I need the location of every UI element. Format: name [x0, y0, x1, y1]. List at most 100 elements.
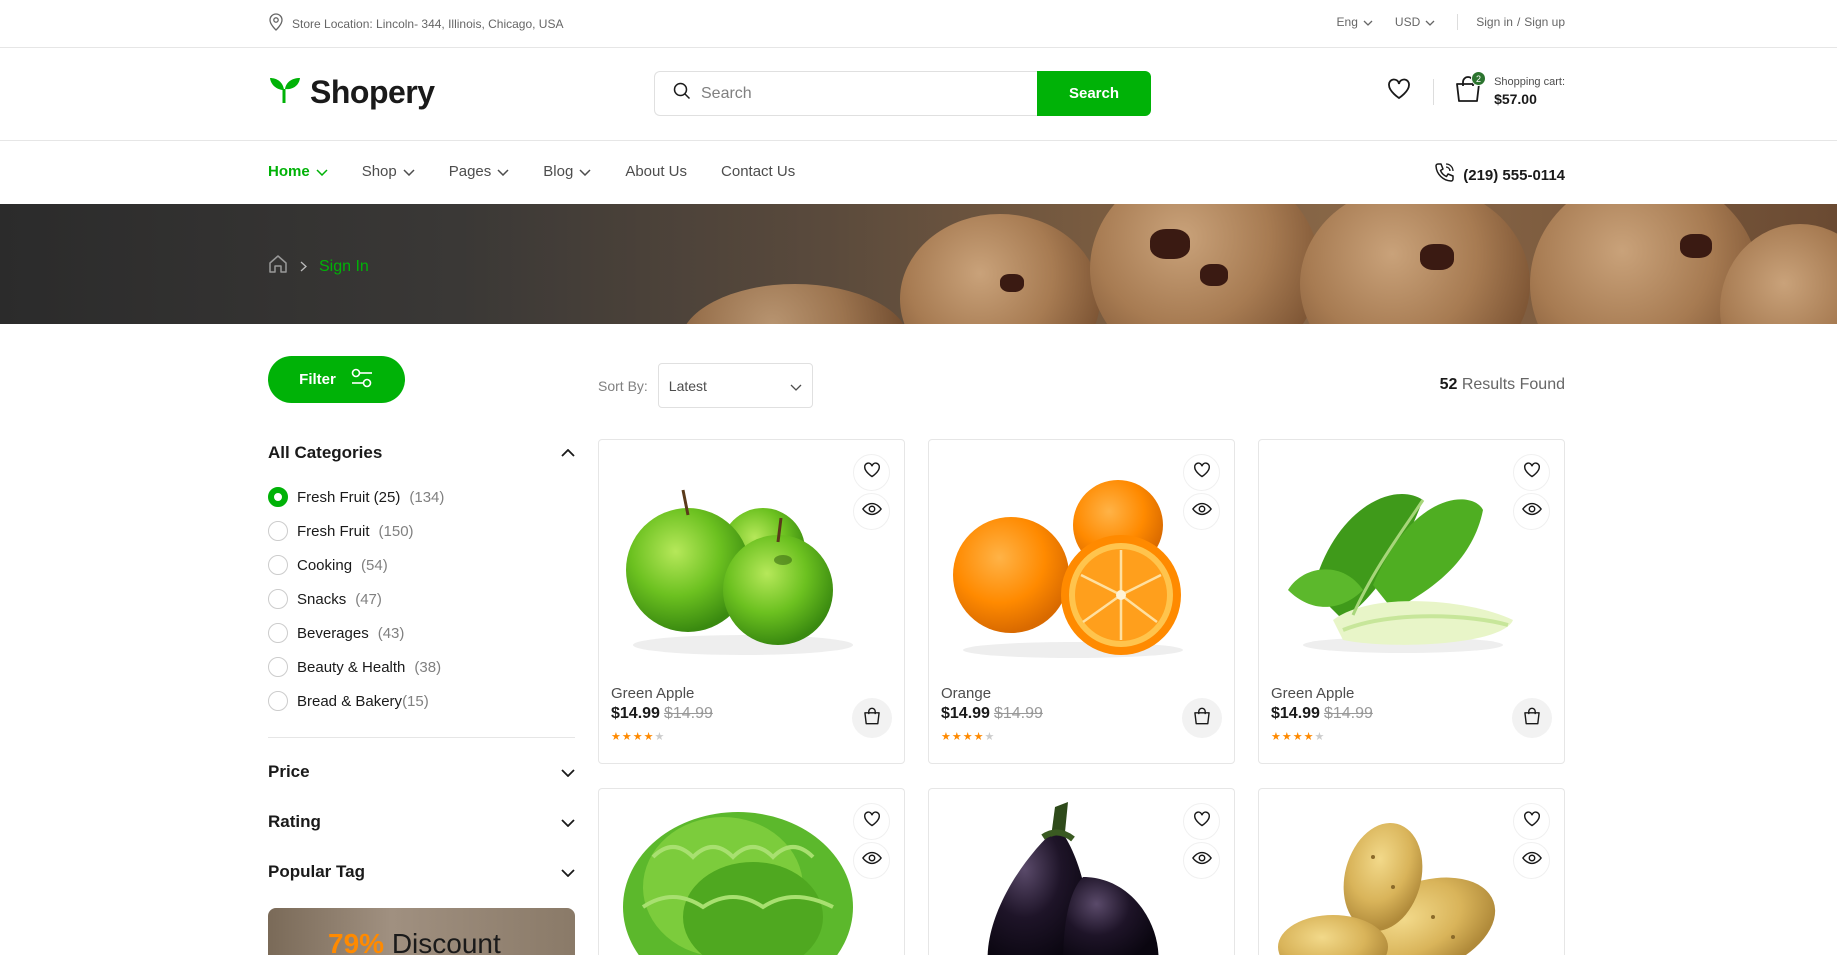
add-to-cart-button[interactable] [1182, 698, 1222, 738]
home-icon[interactable] [268, 254, 288, 279]
divider [268, 737, 575, 738]
leaf-logo-icon [268, 75, 302, 110]
star-icon: ★ [611, 731, 621, 743]
category-item[interactable]: Bread & Bakery (15) [268, 684, 444, 718]
product-image-potatoes[interactable] [1273, 797, 1523, 955]
radio[interactable] [268, 521, 288, 541]
category-label: Beverages [297, 624, 369, 642]
add-to-cart-button[interactable] [1512, 698, 1552, 738]
currency-value: USD [1394, 15, 1421, 29]
breadcrumb: Sign In [268, 254, 369, 279]
wishlist-heart-icon[interactable] [1387, 78, 1411, 105]
category-item[interactable]: Beauty & Health (38) [268, 650, 444, 684]
search-button[interactable]: Search [1037, 71, 1151, 116]
nav-item-about[interactable]: About Us [625, 163, 687, 180]
banner-chip [1420, 244, 1454, 270]
logo-text: Shopery [310, 74, 435, 110]
nav-item-home[interactable]: Home [268, 163, 328, 180]
quick-view-button[interactable] [853, 493, 890, 530]
wishlist-button[interactable] [1513, 803, 1550, 840]
product-card[interactable] [1258, 788, 1565, 955]
price-accordion[interactable]: Price [268, 762, 575, 782]
nav-item-shop[interactable]: Shop [362, 163, 415, 180]
quick-view-button[interactable] [1513, 842, 1550, 879]
sign-up-link[interactable]: Sign up [1524, 15, 1565, 29]
search-bar: Search [654, 71, 1151, 116]
language-select[interactable]: Eng [1337, 15, 1373, 29]
promo-percent: 79% [328, 928, 385, 955]
filter-button[interactable]: Filter [268, 356, 405, 403]
product-card[interactable] [598, 788, 905, 955]
nav-item-pages[interactable]: Pages [449, 163, 510, 180]
product-price: $14.99 $14.99 [941, 705, 1043, 723]
product-card[interactable]: Green Apple $14.99 $14.99 ★ ★ ★ ★ ★ [1258, 439, 1565, 764]
shopping-bag-icon [1454, 76, 1482, 108]
current-price: $14.99 [611, 705, 660, 722]
radio[interactable] [268, 623, 288, 643]
quick-view-button[interactable] [1183, 493, 1220, 530]
chevron-down-icon [316, 163, 328, 180]
wishlist-button[interactable] [1183, 454, 1220, 491]
radio[interactable] [268, 555, 288, 575]
wishlist-button[interactable] [853, 803, 890, 840]
divider [1433, 78, 1435, 105]
popular-tag-accordion[interactable]: Popular Tag [268, 862, 575, 882]
rating-accordion[interactable]: Rating [268, 812, 575, 832]
rating-title: Rating [268, 812, 321, 831]
product-image-bok-choy[interactable] [1273, 470, 1523, 660]
quick-view-button[interactable] [1183, 842, 1220, 879]
banner-chip [1200, 264, 1228, 286]
category-item[interactable]: Fresh Fruit (25) (134) [268, 480, 444, 514]
radio[interactable] [268, 657, 288, 677]
banner-chip [1150, 229, 1190, 259]
product-image-lettuce[interactable] [613, 797, 863, 955]
chevron-up-icon[interactable] [561, 444, 575, 462]
wishlist-button[interactable] [1513, 454, 1550, 491]
category-count: (38) [414, 658, 442, 676]
product-name[interactable]: Orange [941, 685, 991, 702]
chevron-down-icon [497, 163, 509, 180]
quick-view-button[interactable] [853, 842, 890, 879]
categories-header[interactable]: All Categories [268, 443, 575, 463]
product-image-eggplant[interactable] [943, 797, 1193, 955]
discount-promo-banner[interactable]: 79% Discount [268, 908, 575, 955]
product-image-orange[interactable] [943, 470, 1193, 660]
category-item[interactable]: Beverages (43) [268, 616, 444, 650]
banner-chip [1680, 234, 1712, 258]
product-card[interactable] [928, 788, 1235, 955]
category-label: Fresh Fruit [297, 522, 370, 540]
product-price: $14.99 $14.99 [611, 705, 713, 723]
add-to-cart-button[interactable] [852, 698, 892, 738]
category-item[interactable]: Snacks (47) [268, 582, 444, 616]
product-image-green-apple[interactable] [613, 470, 863, 660]
radio[interactable] [268, 589, 288, 609]
nav-label: About Us [625, 163, 688, 180]
sort-select[interactable]: Latest [657, 363, 813, 408]
radio[interactable] [268, 691, 288, 711]
product-price: $14.99 $14.99 [1271, 705, 1373, 723]
currency-select[interactable]: USD [1395, 15, 1435, 29]
nav-item-blog[interactable]: Blog [543, 163, 591, 180]
logo[interactable]: Shopery [268, 74, 435, 111]
quick-view-button[interactable] [1513, 493, 1550, 530]
product-card[interactable]: Green Apple $14.99 $14.99 ★ ★ ★ ★ ★ [598, 439, 905, 764]
category-count: (134) [409, 488, 445, 506]
product-name[interactable]: Green Apple [1271, 685, 1354, 702]
product-name[interactable]: Green Apple [611, 685, 694, 702]
nav-item-contact[interactable]: Contact Us [721, 163, 795, 180]
phone-number[interactable]: (219) 555-0114 [1433, 162, 1565, 188]
results-text: Results Found [1461, 376, 1565, 393]
sort-value: Latest [668, 377, 707, 394]
category-item[interactable]: Cooking (54) [268, 548, 444, 582]
search-input[interactable] [701, 84, 1037, 103]
product-card[interactable]: Orange $14.99 $14.99 ★ ★ ★ ★ ★ [928, 439, 1235, 764]
banner-cookie [1090, 204, 1320, 324]
shopping-cart[interactable]: 2 Shopping cart: $57.00 [1454, 71, 1565, 109]
star-icon: ★ [1271, 731, 1281, 743]
wishlist-button[interactable] [853, 454, 890, 491]
wishlist-button[interactable] [1183, 803, 1220, 840]
sign-in-link[interactable]: Sign in [1476, 15, 1513, 29]
language-value: Eng [1336, 15, 1358, 29]
category-item[interactable]: Fresh Fruit (150) [268, 514, 444, 548]
radio-selected[interactable] [268, 487, 288, 507]
